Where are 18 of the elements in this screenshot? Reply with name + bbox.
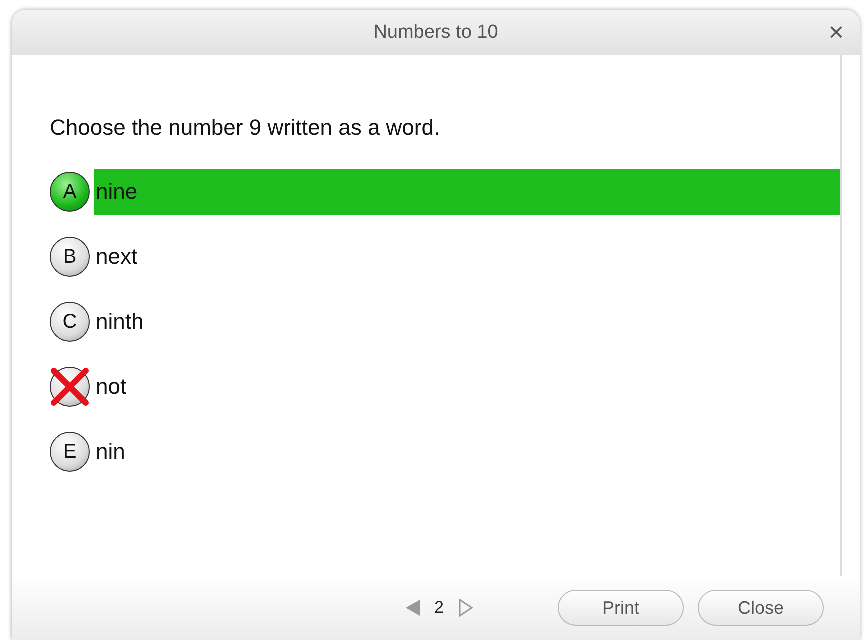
- answer-choice-button[interactable]: C: [50, 302, 90, 342]
- answer-choice-button[interactable]: [50, 367, 90, 407]
- window-title: Numbers to 10: [374, 22, 498, 44]
- answer-choice-button[interactable]: E: [50, 432, 90, 472]
- answer-text: nine: [94, 169, 840, 215]
- answer-text: nin: [95, 438, 126, 466]
- print-button[interactable]: Print: [558, 590, 684, 626]
- answer-text: next: [95, 243, 139, 271]
- previous-page-button[interactable]: [404, 599, 421, 617]
- page-number: 2: [434, 598, 444, 618]
- answer-choice-button[interactable]: A: [50, 172, 90, 212]
- close-dialog-button[interactable]: Close: [698, 590, 824, 626]
- question-text: Choose the number 9 written as a word.: [50, 115, 442, 141]
- answer-choice-button[interactable]: B: [50, 237, 90, 277]
- close-button[interactable]: ×: [824, 19, 848, 45]
- answer-text: not: [95, 373, 128, 401]
- wrong-cross-icon: [48, 365, 92, 409]
- answer-text: ninth: [95, 308, 145, 336]
